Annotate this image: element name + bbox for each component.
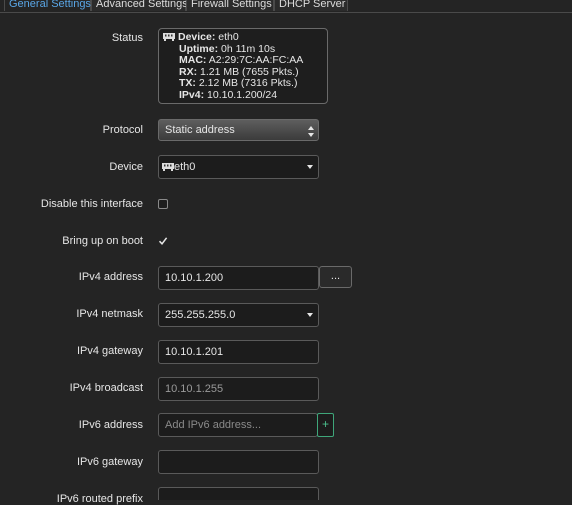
ipv4-netmask-select[interactable]: 255.255.255.0 [158,303,319,327]
tab-advanced-settings[interactable]: Advanced Settings [91,0,188,11]
status-label: Status [111,32,143,44]
ipv4-broadcast-input[interactable]: 10.10.1.255 [158,377,319,401]
status-uptime-key: Uptime: [179,42,219,55]
bring-up-on-boot-label: Bring up on boot [62,235,143,247]
checkmark-icon [158,237,168,245]
ipv6-gateway-label: IPv6 gateway [76,456,143,468]
status-uptime-value: 0h 11m 10s [221,42,276,55]
network-port-icon [163,33,175,42]
status-mac-value: A2:29:7C:AA:FC:AA [208,54,304,66]
bring-up-on-boot-checkbox[interactable] [158,236,168,246]
status-rx-value: 1.21 MB (7655 Pkts.) [200,65,299,78]
status-tx-value: 2.12 MB (7316 Pkts.) [198,77,298,89]
disable-interface-checkbox[interactable] [158,199,168,209]
ipv6-routed-prefix-label: IPv6 routed prefix [56,493,143,505]
tab-general-settings[interactable]: General Settings [4,0,91,11]
ipv4-netmask-label: IPv4 netmask [76,308,143,320]
chevron-down-icon [307,165,313,169]
status-rx-key: RX: [179,65,198,78]
ipv6-address-input[interactable]: Add IPv6 address... [158,413,318,437]
ipv4-broadcast-label: IPv4 broadcast [69,382,143,394]
select-stepper-icon [308,126,314,137]
tab-firewall-settings[interactable]: Firewall Settings [186,0,274,11]
tab-bar: General Settings Advanced Settings Firew… [0,0,572,13]
ipv6-gateway-input[interactable] [158,450,319,474]
device-value: eth0 [174,161,196,173]
status-box: Device: eth0 Uptime: 0h 11m 10s MAC: A2:… [158,28,328,104]
status-device-key: Device: [178,31,216,43]
ipv4-address-label: IPv4 address [78,271,143,283]
chevron-down-icon [307,313,313,317]
disable-interface-label: Disable this interface [40,198,143,210]
ipv6-routed-prefix-input[interactable] [158,487,319,500]
ipv4-address-input[interactable]: 10.10.1.200 [158,266,319,290]
ipv4-netmask-value: 255.255.255.0 [165,309,236,321]
device-select[interactable]: eth0 [158,155,319,179]
protocol-value: Static address [165,124,235,136]
network-port-icon [162,163,174,172]
status-ipv4-key: IPv4: [179,88,205,101]
device-label: Device [109,161,143,173]
status-device-value: eth0 [218,31,239,43]
tab-dhcp-server[interactable]: DHCP Server [274,0,348,11]
add-ipv6-address-button[interactable]: + [317,413,334,437]
status-mac-key: MAC: [179,54,207,66]
ipv4-gateway-input[interactable]: 10.10.1.201 [158,340,319,364]
protocol-label: Protocol [102,124,143,136]
ipv4-address-more-button[interactable]: ... [319,266,352,288]
status-ipv4-value: 10.10.1.200/24 [207,88,278,101]
ipv4-gateway-label: IPv4 gateway [76,345,143,357]
protocol-select[interactable]: Static address [158,119,319,141]
ipv6-address-label: IPv6 address [78,419,143,431]
status-tx-key: TX: [179,77,196,89]
status-ipv4-line: IPv4: 10.10.1.200/24 [163,88,327,102]
